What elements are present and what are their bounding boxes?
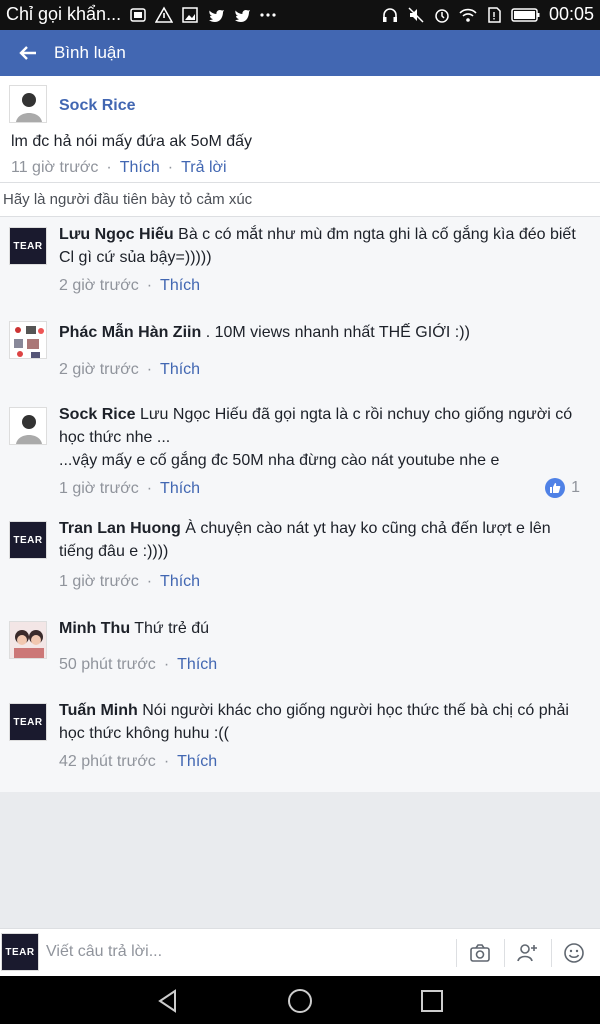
like-button[interactable]: Thích bbox=[120, 159, 160, 176]
avatar-text: TEAR bbox=[5, 946, 35, 958]
app-bar: Bình luận bbox=[0, 30, 600, 76]
status-bar: Chỉ gọi khẩn... 00:05 bbox=[0, 0, 600, 30]
comment-body: Tran Lan Huong À chuyện cào nát yt hay k… bbox=[59, 517, 579, 563]
navigation-bar bbox=[0, 976, 600, 1024]
post-time: 11 giờ trước bbox=[11, 159, 99, 176]
wifi-icon bbox=[459, 8, 477, 22]
comment-body: Lưu Ngọc Hiếu Bà c có mắt như mù đm ngta… bbox=[59, 223, 579, 269]
comment-body: Minh Thu Thứ trẻ đú bbox=[59, 617, 579, 640]
comment-time: 42 phút trước bbox=[59, 753, 156, 770]
like-button[interactable]: Thích bbox=[160, 361, 200, 378]
avatar[interactable]: TEAR bbox=[9, 521, 47, 559]
comment-meta: 2 giờ trước · Thích bbox=[59, 277, 201, 294]
comment-meta: 2 giờ trước · Thích bbox=[59, 361, 201, 378]
avatar[interactable] bbox=[9, 621, 47, 659]
avatar-image bbox=[14, 630, 44, 658]
twitter-icon-2 bbox=[235, 9, 251, 22]
comment-meta: 50 phút trước · Thích bbox=[59, 656, 218, 673]
reply-button[interactable]: Trả lời bbox=[181, 159, 226, 176]
comment-author[interactable]: Lưu Ngọc Hiếu bbox=[59, 226, 174, 243]
like-button[interactable]: Thích bbox=[160, 277, 200, 294]
divider bbox=[504, 939, 505, 967]
reply-composer: TEAR Viết câu trả lời... bbox=[0, 928, 600, 977]
avatar-text: TEAR bbox=[13, 534, 43, 546]
image-icon bbox=[182, 6, 198, 23]
notification-text: Chỉ gọi khẩn... bbox=[6, 4, 122, 24]
avatar[interactable] bbox=[9, 407, 47, 445]
avatar[interactable] bbox=[9, 85, 47, 123]
comment-time: 50 phút trước bbox=[59, 656, 156, 673]
nav-recents-icon[interactable] bbox=[419, 988, 445, 1014]
add-person-icon[interactable] bbox=[515, 941, 539, 965]
back-arrow-icon[interactable] bbox=[16, 41, 40, 65]
reply-input[interactable]: Viết câu trả lời... bbox=[46, 943, 446, 961]
mute-icon bbox=[408, 6, 424, 23]
original-post: Sock Rice lm đc hả nói mấy đứa ak 5oM đấ… bbox=[0, 76, 600, 183]
like-button[interactable]: Thích bbox=[160, 573, 200, 590]
avatar-image bbox=[14, 326, 44, 358]
post-text: lm đc hả nói mấy đứa ak 5oM đấy bbox=[11, 133, 253, 150]
warning-icon bbox=[155, 5, 174, 23]
divider bbox=[456, 939, 457, 967]
comment-time: 1 giờ trước bbox=[59, 480, 139, 497]
like-button[interactable]: Thích bbox=[177, 753, 217, 770]
nav-back-icon[interactable] bbox=[155, 988, 181, 1014]
emoji-icon[interactable] bbox=[562, 941, 586, 965]
like-button[interactable]: Thích bbox=[177, 656, 217, 673]
page-title: Bình luận bbox=[54, 43, 126, 62]
comment-author[interactable]: Tuấn Minh bbox=[59, 702, 138, 719]
comment-time: 1 giờ trước bbox=[59, 573, 139, 590]
reaction-prompt-text: Hãy là người đầu tiên bày tỏ cảm xúc bbox=[3, 191, 253, 208]
post-author[interactable]: Sock Rice bbox=[59, 97, 135, 115]
like-count-value: 1 bbox=[571, 479, 580, 496]
comment-list: TEAR Lưu Ngọc Hiếu Bà c có mắt như mù đm… bbox=[0, 217, 600, 792]
divider bbox=[551, 939, 552, 967]
headphones-icon bbox=[382, 7, 397, 22]
twitter-icon bbox=[209, 9, 225, 22]
comment-author[interactable]: Phác Mẫn Hàn Ziin bbox=[59, 324, 201, 341]
thumbs-up-icon bbox=[545, 478, 566, 498]
battery-icon bbox=[511, 7, 540, 22]
comment-meta: 1 giờ trước · Thích bbox=[59, 480, 201, 497]
post-meta: 11 giờ trước · Thích · Trả lời bbox=[11, 159, 227, 176]
comment-meta: 1 giờ trước · Thích bbox=[59, 573, 201, 590]
comment-text: . 10M views nhanh nhất THẾ GIỚI :)) bbox=[205, 324, 470, 341]
notification-icon-1 bbox=[130, 7, 146, 22]
comment-body: Sock Rice Lưu Ngọc Hiếu đã gọi ngta là c… bbox=[59, 403, 579, 472]
comment-text: Thứ trẻ đú bbox=[134, 620, 209, 637]
like-button[interactable]: Thích bbox=[160, 480, 200, 497]
comment-text: Lưu Ngọc Hiếu đã gọi ngta là c rồi nchuy… bbox=[59, 406, 573, 469]
comment-author[interactable]: Sock Rice bbox=[59, 406, 135, 423]
like-count[interactable]: 1 bbox=[545, 478, 580, 498]
comment-time: 2 giờ trước bbox=[59, 277, 139, 294]
comment-body: Tuấn Minh Nói người khác cho giống người… bbox=[59, 699, 579, 745]
comment-author[interactable]: Minh Thu bbox=[59, 620, 130, 637]
comment-meta: 42 phút trước · Thích bbox=[59, 753, 218, 770]
avatar[interactable]: TEAR bbox=[9, 703, 47, 741]
avatar[interactable] bbox=[9, 321, 47, 359]
avatar[interactable]: TEAR bbox=[9, 227, 47, 265]
reaction-prompt: Hãy là người đầu tiên bày tỏ cảm xúc bbox=[0, 183, 600, 217]
comment-body: Phác Mẫn Hàn Ziin . 10M views nhanh nhất… bbox=[59, 321, 579, 344]
nav-home-icon[interactable] bbox=[287, 988, 313, 1014]
avatar-text: TEAR bbox=[13, 716, 43, 728]
alarm-icon bbox=[435, 8, 449, 23]
avatar: TEAR bbox=[1, 933, 39, 971]
sim-icon bbox=[488, 6, 501, 23]
avatar-image bbox=[16, 93, 42, 122]
avatar-image bbox=[16, 415, 42, 444]
status-time: 00:05 bbox=[548, 4, 594, 24]
camera-icon[interactable] bbox=[468, 941, 492, 965]
comment-time: 2 giờ trước bbox=[59, 361, 139, 378]
more-icon bbox=[260, 12, 276, 17]
comment-author[interactable]: Tran Lan Huong bbox=[59, 520, 181, 537]
avatar-text: TEAR bbox=[13, 240, 43, 252]
